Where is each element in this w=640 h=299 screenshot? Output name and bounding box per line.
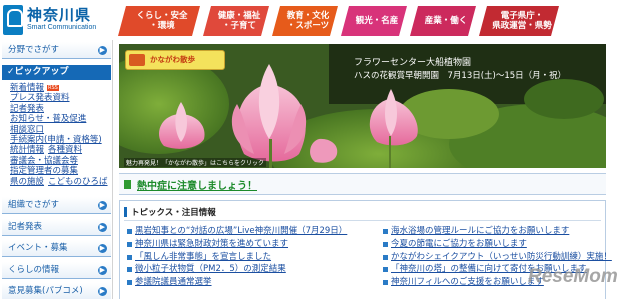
nav-label: くらし・安全 ・環境 [136,11,188,31]
feature-banner[interactable]: かながわ散歩 フラワーセンター大船植物園 ハスの花観賞早朝開園 7月13日(土)… [119,44,606,168]
pickup-item-managers[interactable]: 指定管理者の募集 [10,166,110,176]
pickup-item-stats[interactable]: 統計情報 [10,145,44,155]
global-navigation: くらし・安全 ・環境 健康・福祉 ・子育て 教育・文化 ・スポーツ 観光・名産 … [118,6,562,36]
logo-title: 神奈川県 [27,6,92,24]
sidebar-search-by-org[interactable]: 組織でさがす ▶ [2,197,111,214]
sidebar-head-label: 分野でさがす [8,45,60,55]
nav-e-government[interactable]: 電子県庁・ 県政運営・県勢 [479,6,559,36]
watermark-text: ReseMom [528,266,618,287]
sidebar-public-comment[interactable]: 意見募集(パブコメ) ▶ [2,283,111,299]
sidebar-head-label: 組織でさがす [8,200,60,210]
sidebar-head-label: くらしの情報 [8,265,60,275]
pickup-item-press[interactable]: 記者発表 [10,104,110,114]
pickup-item-new[interactable]: 新着情報 RSS [10,83,110,93]
chevron-right-icon: ▶ [99,287,105,295]
sidebar-head-label: 記者発表 [8,222,43,232]
topic-link[interactable]: 参議院議員通常選挙 [126,276,347,289]
banner-subtitle: ハスの花観賞早朝開園 7月13日(土)～15日（月・祝） [354,71,567,81]
pickup-item-facilities[interactable]: 県の施設 [10,177,44,187]
topic-link[interactable]: 海水浴場の管理ルールにご協力をお願いします [382,225,612,238]
site-logo[interactable]: 神奈川県 Smart Communication [3,4,115,36]
topic-link[interactable]: 今夏の節電にご協力をお願いします [382,238,612,251]
sidebar-events[interactable]: イベント・募集 ▶ [2,240,111,257]
pickup-heading-label: ピックアップ [14,67,69,77]
topics-left-column: 黒岩知事との“対話の広場”Live神奈川開催（7月29日） 神奈川県は緊急財政対… [126,225,347,289]
pickup-row-stats: 統計情報 各種資料 [10,145,110,155]
resemom-watermark: ReseMom [528,264,638,296]
chevron-right-icon: ▶ [99,244,105,252]
pickup-item-kids[interactable]: こどものひろば [48,177,108,187]
pickup-item-procedures[interactable]: 手続案内(申請・資格等) [10,135,110,145]
chevron-right-icon: ▶ [99,223,105,231]
topic-link[interactable]: 黒岩知事との“対話の広場”Live神奈川開催（7月29日） [126,225,347,238]
sidebar-search-by-field[interactable]: 分野でさがす ▶ [2,42,111,59]
left-sidebar: 分野でさがす ▶ ✓ピックアップ 新着情報 RSS プレス発表資料 記者発表 お知… [0,40,113,299]
banner-tag[interactable]: かながわ散歩 [125,50,225,70]
topics-heading: トピックス・注目情報 [124,206,216,218]
sidebar-living-info[interactable]: くらしの情報 ▶ [2,262,111,279]
nav-industry-work[interactable]: 産業・働く [410,6,476,36]
logo-subtitle: Smart Communication [27,24,97,31]
heatstroke-alert: 熱中症に注意しましょう！ [119,173,606,195]
nav-tourism[interactable]: 観光・名産 [341,6,407,36]
pickup-item-councils[interactable]: 審議会・協議会等 [10,156,110,166]
topic-link[interactable]: 微小粒子状物質（PM2．5）の測定結果 [126,263,347,276]
topic-link[interactable]: かながわシェイクアウト（いっせい防災行動訓練）実施！ [382,251,612,264]
nav-label: 電子県庁・ 県政運営・県勢 [492,11,552,31]
nav-education-culture[interactable]: 教育・文化 ・スポーツ [272,6,338,36]
sidebar-head-label: イベント・募集 [8,243,68,253]
right-margin [612,40,640,299]
pickup-row-facilities: 県の施設 こどものひろば [10,177,110,187]
chevron-right-icon: ▶ [99,46,105,54]
sidebar-head-label: 意見募集(パブコメ) [8,286,83,296]
pickup-list: 新着情報 RSS プレス発表資料 記者発表 お知らせ・普及促進 相談窓口 手続案内… [10,83,110,187]
rss-badge: RSS [47,84,59,91]
banner-caption[interactable]: 魅力再発見！「かながわ散歩」はこちらをクリック [124,158,267,167]
heatstroke-link[interactable]: 熱中症に注意しましょう！ [137,177,257,192]
banner-title: フラワーセンター大船植物園 [354,58,472,68]
prefecture-emblem-icon [3,5,23,35]
pickup-item-consult[interactable]: 相談窓口 [10,125,110,135]
nav-health-welfare[interactable]: 健康・福祉 ・子育て [203,6,269,36]
topics-divider [124,220,601,221]
sidebar-press[interactable]: 記者発表 ▶ [2,219,111,236]
nav-label: 産業・働く [424,16,468,26]
nav-label: 観光・名産 [355,16,399,26]
pickup-item-notices[interactable]: お知らせ・普及促進 [10,114,110,124]
pickup-heading: ✓ピックアップ [2,65,111,80]
nav-label: 健康・福祉 ・子育て [217,11,261,31]
alert-marker-icon [124,180,131,189]
chevron-right-icon: ▶ [99,266,105,274]
pickup-label: 新着情報 [10,83,45,93]
site-header: 神奈川県 Smart Communication くらし・安全 ・環境 健康・福… [0,0,640,38]
topic-link[interactable]: 神奈川県は緊急財政対策を進めています [126,238,347,251]
chevron-right-icon: ▶ [99,201,105,209]
nav-label: 教育・文化 ・スポーツ [286,11,330,31]
nav-living-safety[interactable]: くらし・安全 ・環境 [118,6,200,36]
pickup-item-press-materials[interactable]: プレス発表資料 [10,93,110,103]
topic-link[interactable]: 「風しん非常事態」を宣言しました [126,251,347,264]
pickup-item-documents[interactable]: 各種資料 [48,145,82,155]
